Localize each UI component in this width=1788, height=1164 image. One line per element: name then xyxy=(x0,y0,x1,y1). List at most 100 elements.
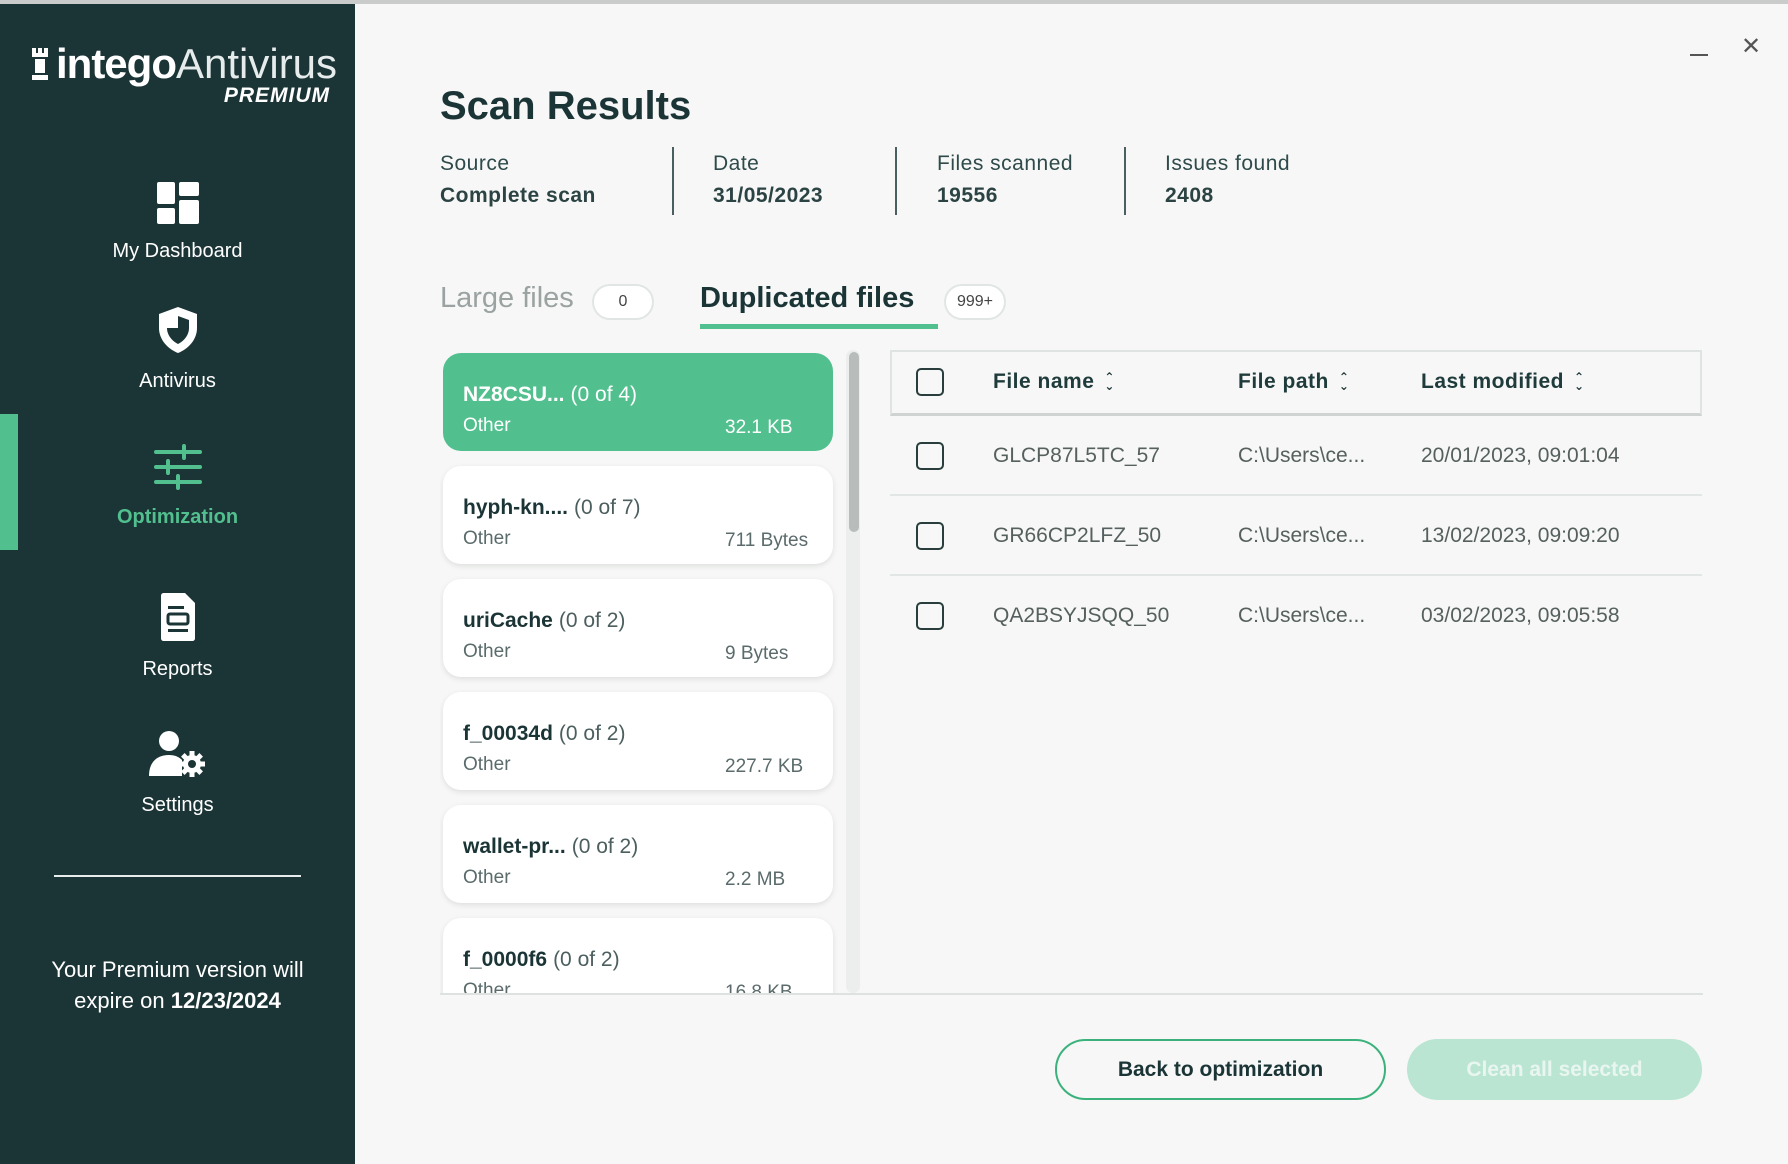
group-count: (0 of 2) xyxy=(558,722,626,745)
group-count: (0 of 2) xyxy=(571,835,639,858)
sidebar-item-dashboard[interactable]: My Dashboard xyxy=(0,182,355,263)
stat-label: Source xyxy=(440,152,510,175)
tab-duplicated-files[interactable]: Duplicated files xyxy=(700,282,914,315)
stat-divider xyxy=(1124,147,1126,215)
close-icon: ✕ xyxy=(1740,33,1762,60)
column-label: Last modified xyxy=(1421,370,1565,393)
stat-issues-found: Issues found 2408 xyxy=(1165,152,1290,208)
sidebar-item-optimization[interactable]: Optimization xyxy=(0,444,355,529)
dashboard-icon xyxy=(156,182,199,224)
content-bottom-divider xyxy=(440,993,1703,995)
column-header-last-modified[interactable]: Last modified ⌃ ⌄ xyxy=(1421,370,1585,394)
stat-value: Complete scan xyxy=(440,184,596,207)
group-name: hyph-kn.... xyxy=(463,496,568,519)
sliders-icon xyxy=(153,444,202,490)
group-count: (0 of 7) xyxy=(574,496,641,519)
sidebar-item-label: Reports xyxy=(142,658,213,680)
tab-badge-duplicated-files: 999+ xyxy=(944,284,1006,320)
group-size: 32.1 KB xyxy=(725,417,793,438)
sidebar-item-label: Optimization xyxy=(116,506,239,528)
group-category: Other xyxy=(463,528,511,549)
page-title: Scan Results xyxy=(440,84,692,128)
stat-label: Date xyxy=(713,152,760,175)
expiry-date: 12/23/2024 xyxy=(170,988,281,1013)
group-name: NZ8CSU... xyxy=(463,383,565,406)
group-name: uriCache xyxy=(463,609,553,632)
stat-value: 2408 xyxy=(1165,184,1214,207)
group-card[interactable]: f_00034d (0 of 2) Other 227.7 KB xyxy=(443,692,833,790)
sidebar-item-label: My Dashboard xyxy=(112,240,243,262)
column-header-file-name[interactable]: File name ⌃ ⌄ xyxy=(993,370,1115,394)
list-scrollbar-thumb[interactable] xyxy=(849,352,859,532)
sort-icon: ⌃ ⌄ xyxy=(1338,370,1350,394)
file-path-cell: C:\Users\ce... xyxy=(1238,604,1366,627)
minimize-button[interactable] xyxy=(1688,40,1710,60)
group-count: (0 of 2) xyxy=(553,948,620,971)
file-name-cell: GLCP87L5TC_57 xyxy=(993,444,1160,467)
stat-source: Source Complete scan xyxy=(440,152,596,208)
group-card[interactable]: wallet-pr... (0 of 2) Other 2.2 MB xyxy=(443,805,833,903)
table-row[interactable]: GR66CP2LFZ_50 C:\Users\ce... 13/02/2023,… xyxy=(890,496,1702,576)
table-row[interactable]: GLCP87L5TC_57 C:\Users\ce... 20/01/2023,… xyxy=(890,416,1702,496)
castle-rook-icon xyxy=(32,48,48,80)
group-card[interactable]: uriCache (0 of 2) Other 9 Bytes xyxy=(443,579,833,677)
close-button[interactable]: ✕ xyxy=(1740,33,1762,60)
sidebar-item-antivirus[interactable]: Antivirus xyxy=(0,306,355,393)
group-name: wallet-pr... xyxy=(463,835,566,858)
last-modified-cell: 03/02/2023, 09:05:58 xyxy=(1421,604,1620,627)
sort-icon: ⌃ ⌄ xyxy=(1104,370,1115,394)
stat-divider xyxy=(672,147,674,215)
group-name: f_0000f6 xyxy=(463,948,548,971)
group-card[interactable]: f_0000f6 (0 of 2) Other 16.8 KB xyxy=(443,918,833,995)
clean-all-selected-button[interactable]: Clean all selected xyxy=(1407,1039,1702,1100)
stat-value: 31/05/2023 xyxy=(713,184,824,207)
group-count: (0 of 2) xyxy=(558,609,626,632)
logo-product: Antivirus xyxy=(175,40,338,87)
group-size: 711 Bytes xyxy=(725,530,809,551)
stat-files-scanned: Files scanned 19556 xyxy=(937,152,1073,208)
back-to-optimization-button[interactable]: Back to optimization xyxy=(1055,1039,1386,1100)
sidebar-item-label: Antivirus xyxy=(139,370,216,392)
premium-expiry-notice: Your Premium version will expire on 12/2… xyxy=(20,954,335,1016)
tab-badge-large-files: 0 xyxy=(592,284,654,320)
select-all-checkbox[interactable] xyxy=(916,368,944,396)
group-count: (0 of 4) xyxy=(570,383,638,406)
sidebar-item-reports[interactable]: Reports xyxy=(0,592,355,681)
file-name-cell: GR66CP2LFZ_50 xyxy=(993,524,1162,547)
group-category: Other xyxy=(463,867,511,888)
active-tab-underline xyxy=(700,324,938,329)
user-gear-icon xyxy=(148,731,205,777)
group-category: Other xyxy=(463,641,511,662)
sidebar-item-settings[interactable]: Settings xyxy=(0,730,355,817)
group-size: 2.2 MB xyxy=(725,869,786,890)
group-card[interactable]: hyph-kn.... (0 of 7) Other 711 Bytes xyxy=(443,466,833,564)
last-modified-cell: 20/01/2023, 09:01:04 xyxy=(1421,444,1620,467)
duplicate-group-list: NZ8CSU... (0 of 4) Other 32.1 KB hyph-kn.… xyxy=(440,350,860,995)
group-name: f_00034d xyxy=(463,722,553,745)
stat-divider xyxy=(895,147,897,215)
column-label: File name xyxy=(993,370,1095,393)
row-checkbox[interactable] xyxy=(916,602,944,630)
group-size: 9 Bytes xyxy=(725,643,789,664)
app-logo: integoAntivirus PREMIUM xyxy=(30,40,337,110)
file-path-cell: C:\Users\ce... xyxy=(1238,444,1366,467)
logo-brand: intego xyxy=(56,40,177,87)
table-row[interactable]: QA2BSYJSQQ_50 C:\Users\ce... 03/02/2023,… xyxy=(890,576,1702,656)
sort-icon: ⌃ ⌄ xyxy=(1574,370,1585,394)
row-checkbox[interactable] xyxy=(916,442,944,470)
stat-value: 19556 xyxy=(937,184,998,207)
file-path-cell: C:\Users\ce... xyxy=(1238,524,1366,547)
tab-large-files[interactable]: Large files xyxy=(440,282,574,315)
file-name-cell: QA2BSYJSQQ_50 xyxy=(993,604,1170,627)
report-icon xyxy=(160,593,195,641)
stat-label: Issues found xyxy=(1165,152,1291,175)
last-modified-cell: 13/02/2023, 09:09:20 xyxy=(1421,524,1620,547)
row-checkbox[interactable] xyxy=(916,522,944,550)
sidebar: integoAntivirus PREMIUM My Dashboard Ant… xyxy=(0,4,355,1164)
group-category: Other xyxy=(463,415,511,436)
sidebar-divider xyxy=(54,875,301,877)
group-card[interactable]: NZ8CSU... (0 of 4) Other 32.1 KB xyxy=(443,353,833,451)
shield-icon xyxy=(158,307,197,353)
column-header-file-path[interactable]: File path ⌃ ⌄ xyxy=(1238,370,1349,394)
stat-label: Files scanned xyxy=(937,152,1074,175)
